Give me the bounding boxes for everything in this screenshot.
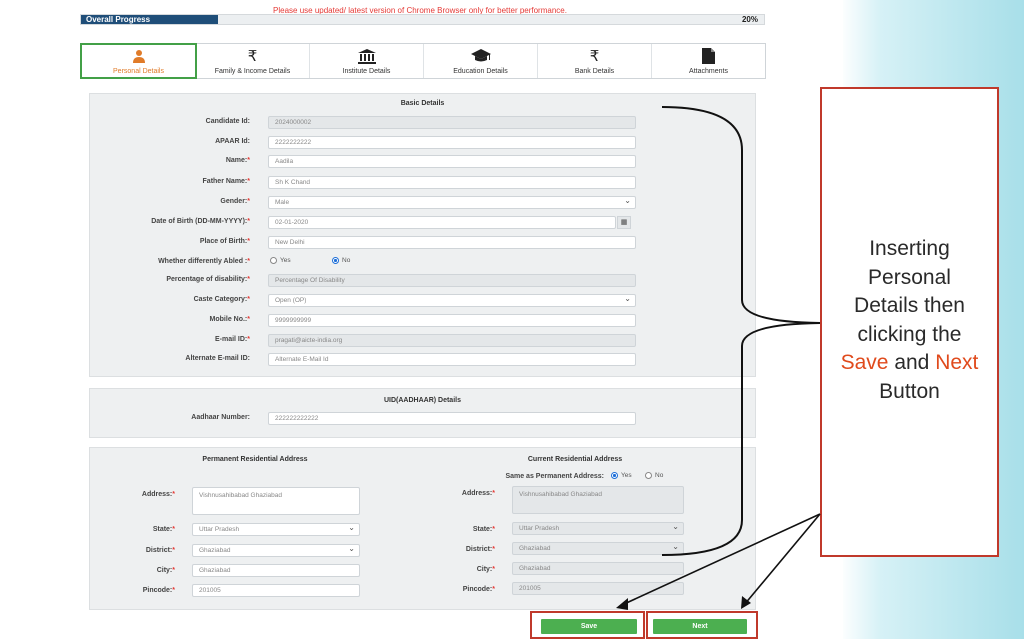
arrow-to-save <box>621 513 821 606</box>
arrow-to-next <box>743 513 821 606</box>
brace-path <box>661 106 821 556</box>
annotation-overlay <box>616 106 821 610</box>
arrow-head-save <box>616 598 628 610</box>
